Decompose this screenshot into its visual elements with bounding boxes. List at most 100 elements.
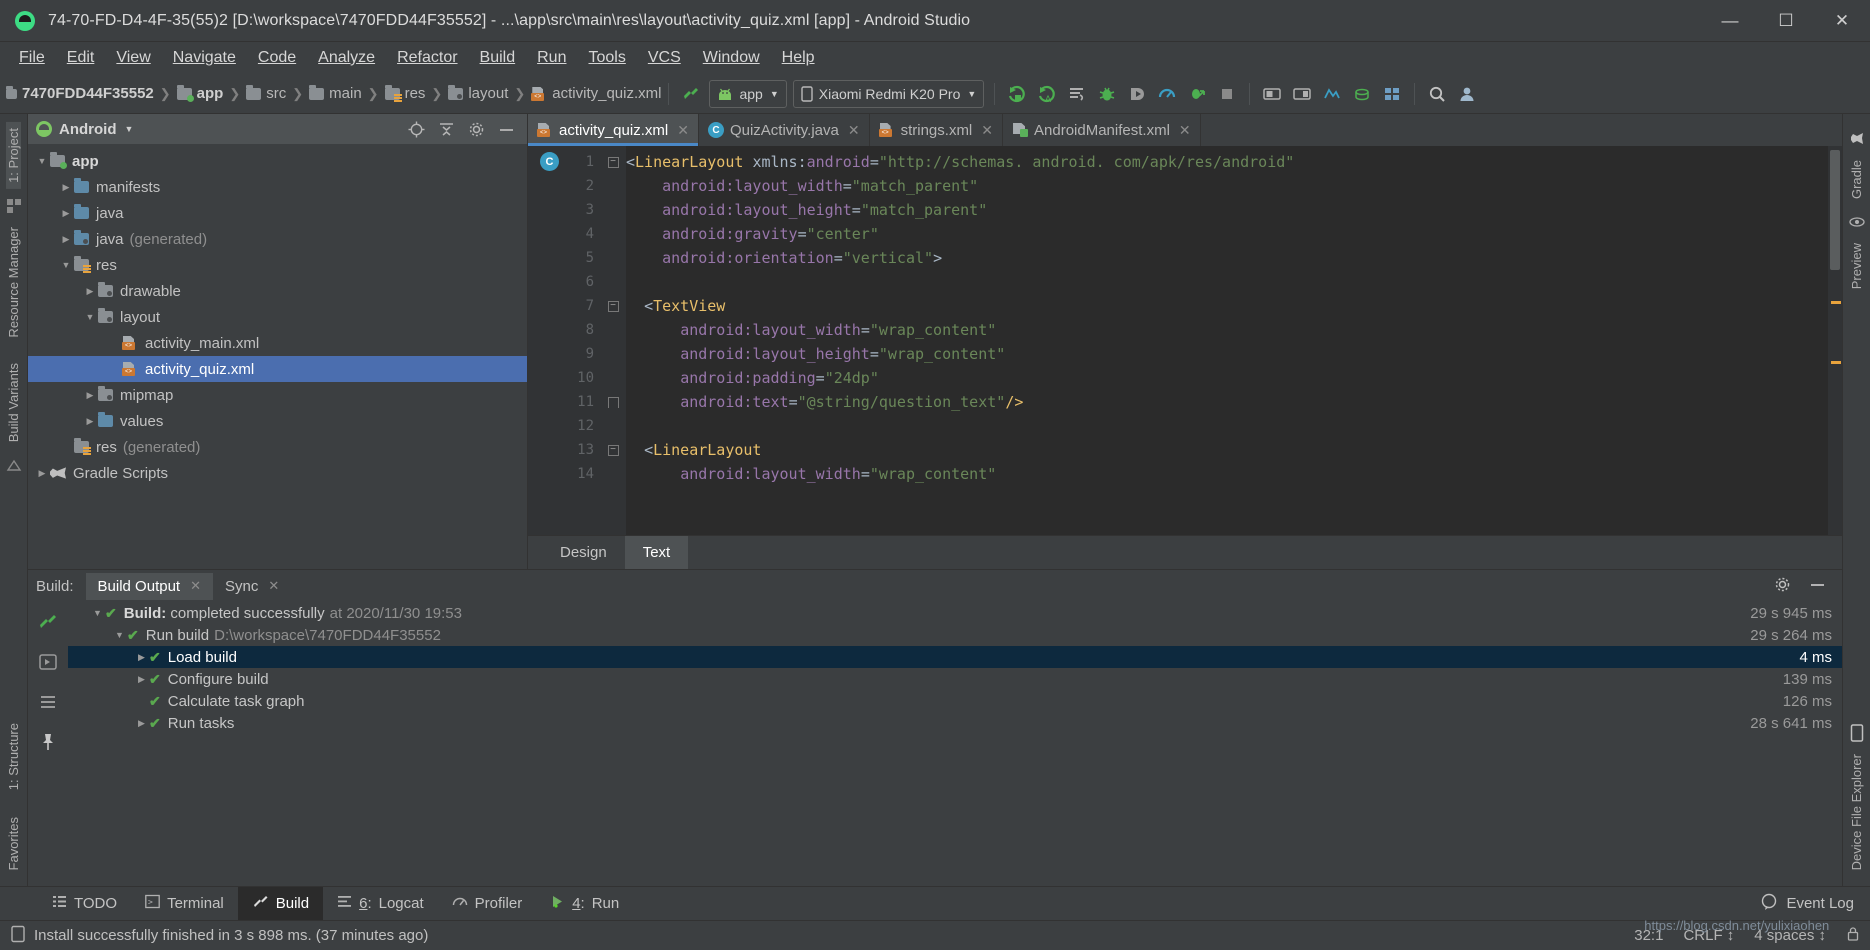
tab-sync[interactable]: Sync ✕ [213,573,291,600]
chevron-right-icon[interactable]: ▶ [82,390,98,401]
close-icon[interactable]: ✕ [677,122,689,139]
maximize-button[interactable]: ☐ [1758,0,1814,42]
tree-item-layout[interactable]: ▼ layout [28,304,527,330]
menu-view[interactable]: View [105,46,161,70]
chevron-right-icon[interactable]: ▶ [34,468,50,479]
close-icon[interactable]: ✕ [981,122,993,139]
menu-edit[interactable]: Edit [56,46,106,70]
tree-item-mipmap[interactable]: ▶ mipmap [28,382,527,408]
profiler-icon[interactable] [1152,80,1182,108]
run-configuration-selector[interactable]: app ▼ [709,79,787,108]
tab-strings-xml[interactable]: <> strings.xml ✕ [870,114,1004,146]
close-icon[interactable]: ✕ [190,578,201,594]
stop-icon[interactable] [1212,80,1242,108]
tab-text[interactable]: Text [624,536,689,569]
chevron-down-icon[interactable]: ▼ [125,124,134,134]
make-project-icon[interactable] [676,80,706,108]
attach-debugger-icon[interactable] [1122,80,1152,108]
tab-activity-quiz-xml[interactable]: <> activity_quiz.xml ✕ [528,114,699,146]
tab-design[interactable]: Design [542,536,625,569]
tree-item-values[interactable]: ▶ values [28,408,527,434]
gear-icon[interactable] [468,121,485,138]
collapse-all-icon[interactable] [438,121,455,138]
breadcrumb-main[interactable]: main [309,84,362,102]
lock-icon[interactable] [1846,926,1860,946]
device-selector[interactable]: Xiaomi Redmi K20 Pro ▼ [792,79,985,108]
menu-run[interactable]: Run [526,46,577,70]
chevron-right-icon[interactable]: ▶ [58,234,74,245]
build-row-calculate-task-graph[interactable]: ✔ Calculate task graph 126 ms [68,690,1842,712]
code-text[interactable]: <LinearLayout xmlns:android="http://sche… [626,146,1828,535]
tree-item-manifests[interactable]: ▶ manifests [28,174,527,200]
hide-icon[interactable] [498,121,515,138]
breadcrumb-module[interactable]: 7470FDD44F35552 [6,85,154,102]
run-with-coverage-icon[interactable]: A [1032,80,1062,108]
sidebar-item-device-file-explorer[interactable]: Device File Explorer [1849,748,1864,876]
menu-file[interactable]: File [8,46,56,70]
chevron-down-icon[interactable]: ▼ [34,156,50,166]
account-icon[interactable] [1452,80,1482,108]
sidebar-item-build-variants[interactable]: Build Variants [6,357,21,448]
chevron-right-icon[interactable]: ▶ [58,208,74,219]
tree-item-app[interactable]: ▼ app [28,148,527,174]
tree-item-gradle-scripts[interactable]: ▶ Gradle Scripts [28,460,527,486]
tool-window-todo[interactable]: TODO [38,887,131,920]
sidebar-item-resource-manager[interactable]: Resource Manager [6,221,21,344]
menu-build[interactable]: Build [469,46,527,70]
fold-toggle[interactable]: − [600,294,626,318]
menu-refactor[interactable]: Refactor [386,46,468,70]
pin-icon[interactable] [38,732,58,756]
tab-build-output[interactable]: Build Output ✕ [85,572,213,600]
tab-androidmanifest-xml[interactable]: AndroidManifest.xml ✕ [1003,114,1201,146]
close-icon[interactable]: ✕ [1179,122,1191,139]
build-row-build[interactable]: ▼ ✔ Build: completed successfully at 202… [68,602,1842,624]
code-editor[interactable]: 1 2 3 4 5 6 7 8 9 10 11 12 13 14 C − − −… [528,146,1842,535]
breadcrumb-app[interactable]: app [176,84,223,102]
tool-window-profiler[interactable]: Profiler [438,887,537,920]
build-row-run-tasks[interactable]: ▶ ✔ Run tasks 28 s 641 ms [68,712,1842,734]
tool-window-run[interactable]: 4: Run [536,887,633,920]
sdk-manager-icon[interactable] [1287,80,1317,108]
breadcrumb-file[interactable]: <> activity_quiz.xml [531,85,661,102]
toggle-tasks-icon[interactable] [38,692,58,716]
highlight-mark[interactable] [1831,361,1841,364]
sync-gradle-icon[interactable] [1347,80,1377,108]
sidebar-item-preview[interactable]: Preview [1849,237,1864,295]
menu-help[interactable]: Help [771,46,826,70]
apply-code-changes-icon[interactable] [1182,80,1212,108]
build-row-load-build[interactable]: ▶ ✔ Load build 4 ms [68,646,1842,668]
chevron-right-icon[interactable]: ▶ [134,718,149,729]
fold-toggle[interactable]: − [600,150,626,174]
layout-inspector-icon[interactable] [1317,80,1347,108]
chevron-right-icon[interactable]: ▶ [134,652,149,663]
tool-window-terminal[interactable]: > Terminal [131,887,238,920]
chevron-right-icon[interactable]: ▶ [82,286,98,297]
tool-window-logcat[interactable]: 6: Logcat [323,887,438,920]
breadcrumb-res[interactable]: res [384,84,425,102]
chevron-right-icon[interactable]: ▶ [134,674,149,685]
build-row-run-build[interactable]: ▼ ✔ Run build D:\workspace\7470FDD44F355… [68,624,1842,646]
event-log-button[interactable]: Event Log [1760,887,1870,920]
tree-item-java[interactable]: ▶ java [28,200,527,226]
search-icon[interactable] [1422,80,1452,108]
run-icon[interactable] [1002,80,1032,108]
apply-changes-icon[interactable] [1062,80,1092,108]
target-icon[interactable] [408,121,425,138]
chevron-right-icon[interactable]: ▶ [82,416,98,427]
menu-vcs[interactable]: VCS [637,46,692,70]
build-row-configure-build[interactable]: ▶ ✔ Configure build 139 ms [68,668,1842,690]
chevron-right-icon[interactable]: ▶ [58,182,74,193]
sidebar-item-gradle[interactable]: Gradle [1849,154,1864,205]
editor-scrollbar[interactable] [1828,146,1842,535]
close-icon[interactable]: ✕ [268,578,279,594]
highlight-mark[interactable] [1831,301,1841,304]
menu-code[interactable]: Code [247,46,307,70]
tree-item-activity-main-xml[interactable]: <> activity_main.xml [28,330,527,356]
menu-tools[interactable]: Tools [577,46,636,70]
chevron-down-icon[interactable]: ▼ [90,608,105,618]
avd-manager-icon[interactable] [1257,80,1287,108]
gear-icon[interactable] [1774,576,1791,597]
tree-item-res[interactable]: ▼ res [28,252,527,278]
breadcrumb-src[interactable]: src [246,84,286,102]
tree-item-activity-quiz-xml[interactable]: <> activity_quiz.xml [28,356,527,382]
